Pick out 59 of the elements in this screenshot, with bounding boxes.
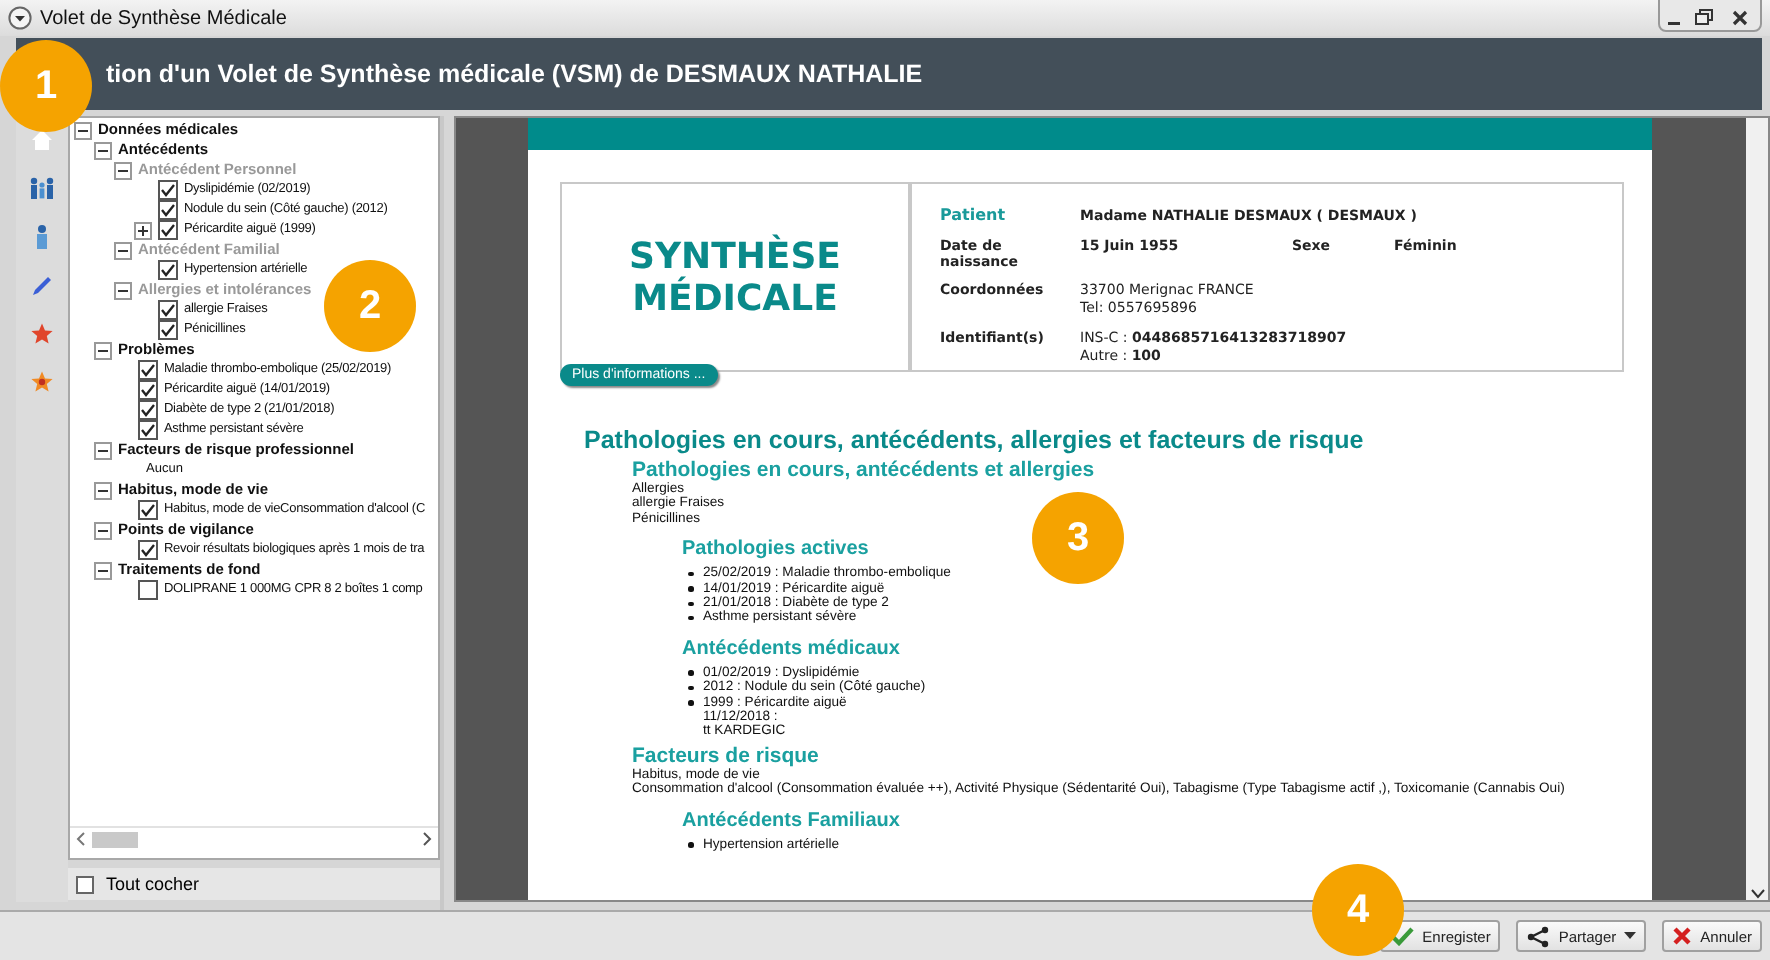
bullet-icon <box>688 700 693 706</box>
bullet-icon <box>688 670 693 676</box>
bullet-icon <box>688 615 693 621</box>
vertical-scrollbar[interactable] <box>1746 118 1768 900</box>
checkbox[interactable] <box>138 380 158 400</box>
checkbox[interactable] <box>138 500 158 520</box>
pen-icon[interactable] <box>30 274 54 298</box>
bullet-icon <box>688 842 693 848</box>
share-icon <box>1526 925 1551 947</box>
collapse-icon[interactable] <box>114 162 132 180</box>
collapse-icon[interactable] <box>74 122 92 140</box>
checkbox[interactable] <box>158 320 178 340</box>
checkbox[interactable] <box>138 400 158 420</box>
checkbox[interactable] <box>138 360 158 380</box>
bullet-icon <box>688 586 693 592</box>
collapse-icon[interactable] <box>114 282 132 300</box>
scroll-left-icon[interactable] <box>76 832 86 846</box>
scrollbar-thumb[interactable] <box>92 831 138 847</box>
expand-icon[interactable] <box>134 222 152 240</box>
checkbox[interactable] <box>158 180 178 200</box>
collapse-icon[interactable] <box>94 482 112 500</box>
horizontal-scrollbar[interactable] <box>70 826 438 850</box>
star-icon[interactable] <box>30 370 54 394</box>
dropdown-caret-icon <box>1624 932 1637 940</box>
checkmark-icon <box>1390 926 1415 946</box>
window-title: Volet de Synthèse Médicale <box>40 7 287 29</box>
subsection-heading: Pathologies en cours, antécédents et allergies <box>632 458 1097 482</box>
window-menu-icon[interactable] <box>8 6 32 30</box>
subsection-heading: Antécédents médicaux <box>682 637 902 660</box>
checkbox[interactable] <box>158 200 178 220</box>
collapse-icon[interactable] <box>94 522 112 540</box>
bullet-icon <box>688 571 693 577</box>
checkbox[interactable] <box>138 420 158 440</box>
collapse-icon[interactable] <box>114 242 132 260</box>
subsection-heading: Antécédents Familiaux <box>682 809 902 832</box>
collapse-icon[interactable] <box>94 562 112 580</box>
star-icon[interactable] <box>30 322 54 346</box>
cross-icon <box>1672 926 1693 946</box>
collapse-icon[interactable] <box>94 142 112 160</box>
collapse-icon[interactable] <box>94 442 112 460</box>
bullet-icon <box>688 601 693 607</box>
checkbox[interactable] <box>138 580 158 600</box>
info-label: Patient <box>940 208 1008 224</box>
bullet-icon <box>688 685 693 691</box>
checkbox[interactable] <box>76 875 94 893</box>
select-all-label[interactable]: Tout cocher <box>106 874 200 894</box>
collapse-icon[interactable] <box>94 342 112 360</box>
restore-icon[interactable] <box>1690 5 1718 29</box>
checkbox[interactable] <box>158 300 178 320</box>
subsection-heading: Pathologies actives <box>682 538 871 561</box>
section-heading: Pathologies en cours, antécédents, allergies et facteurs de risque <box>584 426 1366 454</box>
scroll-right-icon[interactable] <box>422 832 432 846</box>
scroll-down-icon[interactable] <box>1749 888 1765 900</box>
header-title: tion d'un Volet de Synthèse médicale (VSM) de DESMAUX NATHALIE <box>106 60 923 88</box>
subsection-heading: Facteurs de risque <box>632 743 821 768</box>
checkbox[interactable] <box>158 260 178 280</box>
people-icon[interactable] <box>28 176 56 200</box>
checkbox[interactable] <box>138 540 158 560</box>
checkbox[interactable] <box>158 220 178 240</box>
